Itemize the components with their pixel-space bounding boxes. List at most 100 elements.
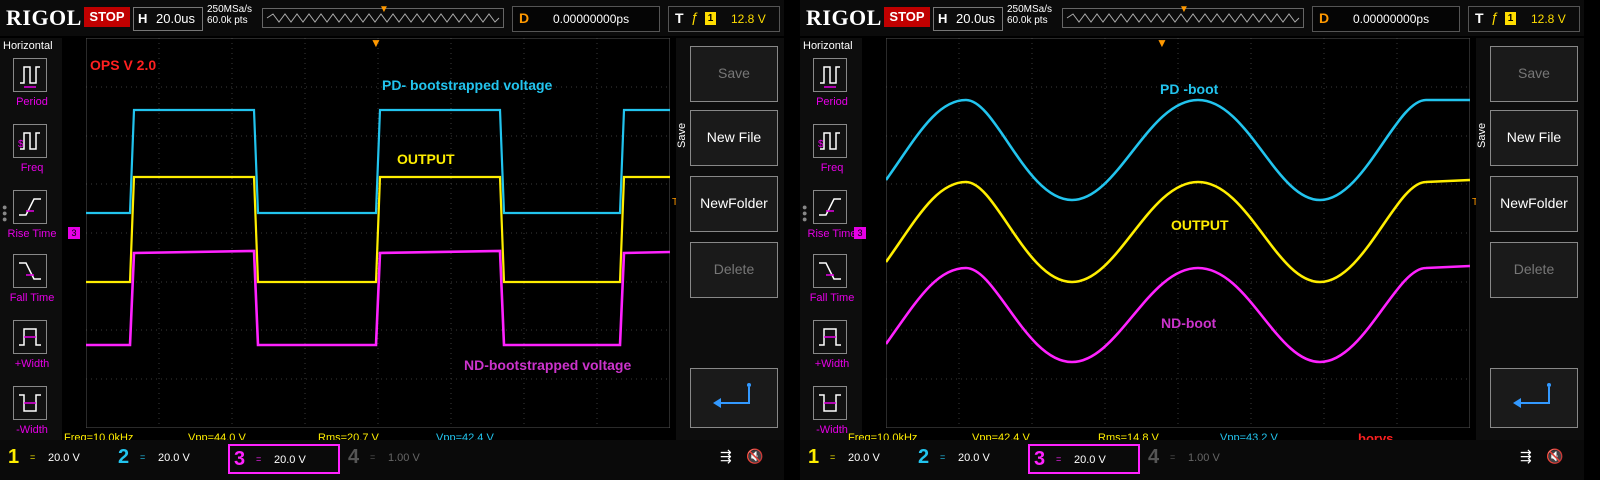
menu-item-freq[interactable]: $ Freq <box>4 124 60 184</box>
new-folder-button[interactable]: NewFolder <box>690 176 778 232</box>
sample-rate: 250MSa/s <box>207 4 253 15</box>
period-icon <box>813 58 847 92</box>
ch4-scale: 1.00 V <box>388 452 420 464</box>
annotation-pd: PD- bootstrapped voltage <box>382 77 552 93</box>
trigger-position-marker-icon: ▼ <box>1179 4 1189 15</box>
annotation-nd: ND-boot <box>1161 315 1216 331</box>
new-file-button[interactable]: New File <box>690 110 778 166</box>
save-button[interactable]: Save <box>1490 46 1578 102</box>
timebase-box[interactable]: H 20.0us <box>933 7 1003 31</box>
annotation-text: PD- bootstrapped voltage <box>382 77 553 93</box>
scope-screen-left: RIGOL STOP H 20.0us 250MSa/s 60.0k pts ▼… <box>0 0 784 480</box>
button-label: Delete <box>713 261 755 277</box>
enter-button[interactable] <box>1490 368 1578 428</box>
ch3-scale: 20.0 V <box>274 454 306 466</box>
memory-depth: 60.0k pts <box>207 15 248 26</box>
menu-label: Rise Time <box>807 228 857 240</box>
menu-item-rise-time[interactable]: Rise Time <box>804 190 860 250</box>
delete-button[interactable]: Delete <box>1490 242 1578 298</box>
annotation-text: OUTPUT <box>1171 217 1229 233</box>
trigger-box[interactable]: T ƒ 1 12.8 V <box>1468 6 1580 32</box>
dc-coupling-icon: = <box>140 452 146 462</box>
scope-screen-right: RIGOL STOP H 20.0us 250MSa/s 60.0k pts ▼… <box>800 0 1584 480</box>
channel-bar: 1 = 20.0 V 2 = 20.0 V 3 = 20.0 V 4 = 1.0… <box>800 440 1584 480</box>
save-menu: Save Save New File NewFolder Delete <box>676 38 784 440</box>
delay-value: 0.00000000ps <box>553 12 630 26</box>
trigger-source: 1 <box>705 12 716 25</box>
menu-label: Freq <box>20 162 44 174</box>
acquisition-info: 250MSa/s 60.0k pts <box>207 4 252 26</box>
run-stop-status[interactable]: STOP <box>884 7 930 27</box>
timebase-box[interactable]: H 20.0us <box>133 7 203 31</box>
menu-item-period[interactable]: Period <box>4 58 60 118</box>
delay-box[interactable]: D 0.00000000ps <box>512 6 660 32</box>
menu-item-freq[interactable]: $ Freq <box>804 124 860 184</box>
rising-edge-icon: ƒ <box>691 9 699 25</box>
ch3-number: 3 <box>1034 448 1046 470</box>
enter-button[interactable] <box>690 368 778 428</box>
ch3-tab[interactable]: 3 = 20.0 V <box>1028 444 1140 474</box>
ch4-number: 4 <box>1148 446 1160 468</box>
button-label: Delete <box>1513 261 1555 277</box>
brand-logo: RIGOL <box>6 5 82 30</box>
speaker-mute-icon[interactable]: 🔇 <box>746 448 763 465</box>
menu-label: Rise Time <box>7 228 57 240</box>
ch2-tab[interactable]: 2 = 20.0 V <box>914 444 1026 474</box>
ch4-scale: 1.00 V <box>1188 452 1220 464</box>
menu-item-period[interactable]: Period <box>804 58 860 118</box>
ch1-tab[interactable]: 1 = 20.0 V <box>4 444 116 474</box>
delay-box[interactable]: D 0.00000000ps <box>1312 6 1460 32</box>
ch4-number: 4 <box>348 446 360 468</box>
ch2-trace <box>86 108 670 215</box>
annotation-text: PD -boot <box>1160 81 1219 97</box>
ch2-tab[interactable]: 2 = 20.0 V <box>114 444 226 474</box>
fall-time-icon <box>813 254 847 288</box>
ch4-tab[interactable]: 4 = 1.00 V <box>344 444 456 474</box>
trigger-source: 1 <box>1505 12 1516 25</box>
ch4-tab[interactable]: 4 = 1.00 V <box>1144 444 1256 474</box>
dc-coupling-icon: = <box>256 454 262 464</box>
rise-time-icon <box>13 190 47 224</box>
memory-depth: 60.0k pts <box>1007 15 1048 26</box>
annotation-text: ND-bootstrapped voltage <box>464 357 632 373</box>
menu-item-neg-width[interactable]: -Width <box>4 386 60 446</box>
freq-icon: $ <box>13 124 47 158</box>
speaker-mute-icon[interactable]: 🔇 <box>1546 448 1563 465</box>
annotation-title: OPS V 2.0 <box>90 57 156 73</box>
run-stop-status[interactable]: STOP <box>84 7 130 27</box>
dc-coupling-icon: = <box>370 452 376 462</box>
annotation-pd: PD -boot <box>1160 81 1218 97</box>
menu-label: Fall Time <box>809 292 855 304</box>
neg-width-icon <box>813 386 847 420</box>
dc-coupling-icon: = <box>1056 454 1062 464</box>
delete-button[interactable]: Delete <box>690 242 778 298</box>
menu-item-fall-time[interactable]: Fall Time <box>4 254 60 314</box>
button-label: NewFolder <box>700 195 768 211</box>
enter-icon <box>713 383 751 408</box>
trigger-box[interactable]: T ƒ 1 12.8 V <box>668 6 780 32</box>
annotation-text: OPS V 2.0 <box>90 57 157 73</box>
save-button[interactable]: Save <box>690 46 778 102</box>
ch3-tab[interactable]: 3 = 20.0 V <box>228 444 340 474</box>
memory-overview-bar[interactable]: ▼ <box>1062 4 1304 28</box>
ch3-ground-marker[interactable]: 3 <box>854 227 866 239</box>
menu-item-pos-width[interactable]: +Width <box>804 320 860 380</box>
ch1-scale: 20.0 V <box>848 452 880 464</box>
menu-item-fall-time[interactable]: Fall Time <box>804 254 860 314</box>
menu-item-rise-time[interactable]: Rise Time <box>4 190 60 250</box>
new-folder-button[interactable]: NewFolder <box>1490 176 1578 232</box>
button-label: New File <box>706 129 762 145</box>
timebase-label: H <box>938 11 948 26</box>
button-label: NewFolder <box>1500 195 1568 211</box>
menu-item-pos-width[interactable]: +Width <box>4 320 60 380</box>
ch3-ground-marker[interactable]: 3 <box>68 227 80 239</box>
memory-overview-bar[interactable]: ▼ <box>262 4 504 28</box>
neg-width-icon <box>13 386 47 420</box>
menu-title: Horizontal <box>3 40 53 52</box>
trigger-level: 12.8 V <box>1531 12 1566 26</box>
annotation-text: OUTPUT <box>397 151 455 167</box>
ch1-tab[interactable]: 1 = 20.0 V <box>804 444 916 474</box>
rising-edge-icon: ƒ <box>1491 9 1499 25</box>
menu-label: Period <box>816 96 848 108</box>
new-file-button[interactable]: New File <box>1490 110 1578 166</box>
